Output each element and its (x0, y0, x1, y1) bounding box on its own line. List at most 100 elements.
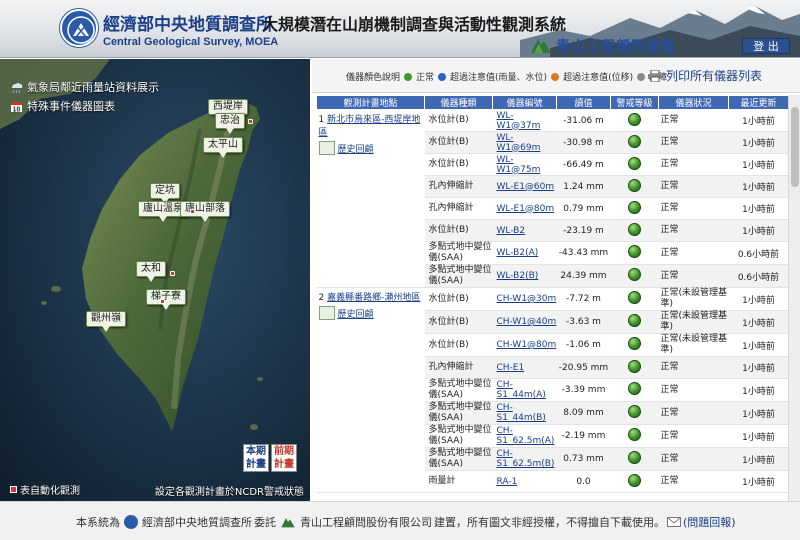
instrument-code-link-cell[interactable]: CH-S1_62.5m(A) (492, 424, 557, 448)
column-header[interactable]: 讀值 (556, 95, 611, 110)
map-marker[interactable]: 定坑 (150, 183, 180, 204)
table-row[interactable]: 1 新北市烏來區-西堤岸地區 歷史回顧 水位計(B) WL-W1@37m -31.06 … (316, 109, 788, 288)
current-plan-button[interactable]: 本期 計畫 (243, 444, 269, 472)
instrument-code-link[interactable]: WL-B2 (497, 226, 526, 236)
history-review-link[interactable]: 歷史回顧 (318, 306, 423, 320)
instrument-code-link[interactable]: CH-S1_44m(B) (497, 403, 546, 423)
last-update: 1小時前 (742, 478, 775, 488)
station-dot[interactable] (160, 299, 165, 304)
instrument-type-cell: 水位計(B) (424, 310, 493, 334)
instrument-code-link-cell[interactable]: WL-W1@37m (492, 109, 557, 132)
site-cell: 1 新北市烏來區-西堤岸地區歷史回顧 (316, 109, 425, 288)
logout-button[interactable]: 登 出 (742, 38, 790, 54)
table-scrollbar[interactable] (788, 95, 800, 501)
instrument-status: 正常 (660, 115, 679, 125)
instrument-code-link[interactable]: WL-W1@75m (497, 155, 541, 175)
instrument-code-link-cell[interactable]: CH-W1@80m (492, 333, 557, 357)
legend-dot-normal (404, 72, 413, 81)
site-index: 1 (318, 115, 325, 125)
reading-value: -1.06 m (566, 340, 601, 350)
column-header[interactable]: 警戒等級 (610, 95, 659, 110)
instrument-type-cell: 孔內伸縮計 (424, 175, 493, 198)
instrument-type: 多點式地中變位儀(SAA) (428, 242, 492, 263)
company-logo-icon (281, 518, 295, 528)
instrument-code-link[interactable]: CH-E1 (497, 363, 525, 373)
instrument-code-link[interactable]: CH-S1_44m(A) (497, 380, 546, 400)
previous-plan-button[interactable]: 前期 計畫 (271, 444, 297, 472)
instrument-type: 雨量計 (428, 476, 456, 486)
history-review-link[interactable]: 歷史回顧 (318, 141, 423, 155)
instrument-code-link[interactable]: WL-E1@80m (497, 204, 555, 214)
column-header[interactable]: 儀器狀況 (658, 95, 729, 110)
map-marker[interactable]: 太平山 (203, 137, 243, 158)
instrument-code-link-cell[interactable]: WL-E1@80m (492, 197, 557, 220)
green-status-light-icon (628, 405, 641, 418)
instrument-type-cell: 多點式地中變位儀(SAA) (424, 241, 493, 265)
reading-value: 1.24 mm (563, 181, 604, 192)
instrument-status: 正常 (660, 453, 679, 464)
instrument-code-link-cell[interactable]: WL-W1@75m (492, 153, 557, 176)
instrument-status-cell: 正常 (658, 424, 729, 448)
instrument-code-link[interactable]: CH-W1@80m (497, 340, 557, 350)
instrument-code-link-cell[interactable]: WL-W1@69m (492, 131, 557, 154)
site-name-link[interactable]: 嘉義縣番路鄉-瀨州地區 (327, 293, 420, 303)
print-all-instruments-link[interactable]: 列印所有儀器列表 (648, 67, 762, 84)
instrument-code-link-cell[interactable]: WL-E1@60m (492, 175, 557, 198)
instrument-code-link-cell[interactable]: WL-B2(B) (492, 264, 557, 288)
column-header[interactable]: 最近更新 (728, 95, 788, 110)
station-dot[interactable] (248, 119, 253, 124)
rain-station-link-label: 氣象局鄰近雨量站資料展示 (27, 81, 159, 94)
last-update: 1小時前 (742, 318, 775, 329)
rain-station-link[interactable]: 氣象局鄰近雨量站資料展示 (10, 79, 159, 95)
header: 經濟部中央地質調查所 Central Geological Survey, MO… (0, 0, 800, 58)
reading-value: -23.19 m (563, 225, 604, 236)
last-update: 1小時前 (742, 227, 775, 237)
instrument-code-link[interactable]: WL-W1@37m (497, 111, 541, 131)
instrument-code-link-cell[interactable]: CH-W1@40m (492, 310, 557, 334)
column-header[interactable]: 觀測計畫地點 (316, 95, 425, 110)
current-plan-line2: 計畫 (246, 459, 266, 470)
instrument-code-link-cell[interactable]: WL-B2 (492, 219, 557, 242)
column-header[interactable]: 儀器編號 (492, 95, 557, 110)
instrument-code-link-cell[interactable]: CH-S1_44m(B) (492, 401, 557, 425)
instrument-type: 多點式地中變位儀(SAA) (428, 448, 492, 469)
map-marker[interactable]: 忠治 (215, 113, 245, 134)
instrument-code-link[interactable]: WL-W1@69m (497, 133, 541, 153)
special-event-link[interactable]: 10 特殊事件儀器圖表 (10, 98, 115, 114)
taiwan-map[interactable]: 氣象局鄰近雨量站資料展示 10 特殊事件儀器圖表 西堤岸 忠治 太平山 定坑 廬… (0, 59, 310, 501)
station-dot[interactable] (190, 209, 195, 214)
column-header[interactable]: 儀器種類 (424, 95, 493, 110)
instrument-code-link[interactable]: RA-1 (497, 477, 518, 487)
instrument-table-container[interactable]: 觀測計畫地點 儀器種類 儀器編號 讀值 警戒等級 儀器狀況 最近更新 1 新北市… (316, 95, 788, 501)
alert-level-cell (610, 131, 659, 154)
instrument-status: 正常 (660, 384, 679, 395)
map-marker[interactable]: 觀州嶺 (86, 311, 126, 332)
instrument-code-link[interactable]: WL-B2(B) (497, 271, 539, 281)
instrument-code-link-cell[interactable]: RA-1 (492, 470, 557, 493)
instrument-code-link-cell[interactable]: CH-S1_62.5m(B) (492, 447, 557, 471)
map-marker[interactable]: 太和 (136, 261, 166, 282)
instrument-code-link[interactable]: CH-S1_62.5m(A) (497, 426, 555, 446)
map-marker[interactable]: 梯子寮 (146, 289, 186, 310)
instrument-code-link[interactable]: CH-W1@40m (497, 317, 557, 327)
scrollbar-thumb[interactable] (791, 107, 799, 187)
last-update: 1小時前 (742, 409, 775, 420)
instrument-code-link[interactable]: WL-E1@60m (497, 182, 555, 192)
instrument-code-link[interactable]: WL-B2(A) (497, 248, 539, 258)
instrument-code-link[interactable]: CH-S1_62.5m(B) (497, 449, 555, 469)
reading-value-cell: -30.98 m (556, 131, 611, 154)
instrument-code-link-cell[interactable]: CH-E1 (492, 356, 557, 379)
contact-link[interactable]: (問題回報) (683, 514, 736, 530)
auto-observation-legend[interactable]: 表自動化觀測 (10, 482, 80, 497)
reading-value: 0.79 mm (563, 203, 604, 214)
instrument-status: 正常 (660, 159, 679, 169)
table-row[interactable]: 2 嘉義縣番路鄉-瀨州地區 歷史回顧 水位計(B) CH-W1@30m -7.72 m正… (316, 287, 788, 493)
instrument-code-link-cell[interactable]: CH-W1@30m (492, 287, 557, 311)
map-marker[interactable]: 廬山部落 (180, 201, 230, 222)
instrument-code-link[interactable]: CH-W1@30m (497, 294, 557, 304)
station-dot[interactable] (170, 271, 175, 276)
instrument-code-link-cell[interactable]: CH-S1_44m(A) (492, 378, 557, 402)
instrument-code-link-cell[interactable]: WL-B2(A) (492, 241, 557, 265)
print-link-label: 列印所有儀器列表 (666, 69, 763, 83)
site-name-link[interactable]: 新北市烏來區-西堤岸地區 (319, 115, 421, 138)
